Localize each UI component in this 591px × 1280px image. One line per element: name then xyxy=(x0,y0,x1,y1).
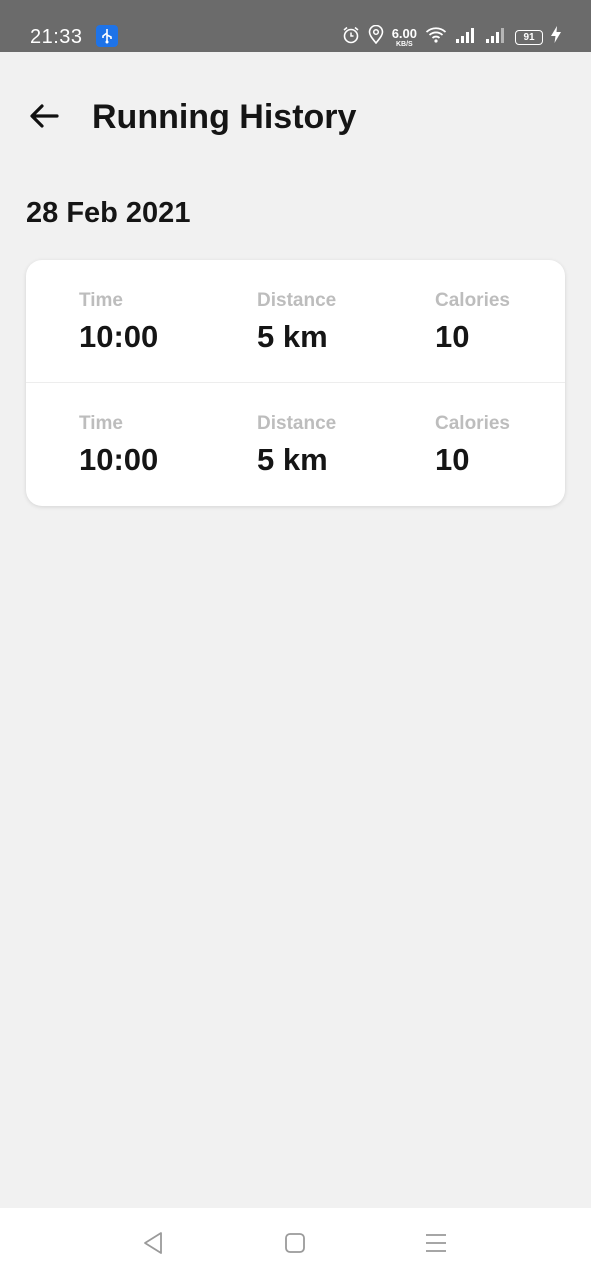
time-stat: Time 10:00 xyxy=(79,413,158,478)
battery-icon: 91 xyxy=(515,29,543,45)
back-triangle-icon xyxy=(142,1231,164,1260)
distance-stat: Distance 5 km xyxy=(257,413,336,478)
distance-label: Distance xyxy=(257,290,337,311)
menu-lines-icon xyxy=(424,1232,448,1259)
usb-icon xyxy=(96,25,118,47)
date-heading: 28 Feb 2021 xyxy=(26,197,191,229)
nav-home-button[interactable] xyxy=(280,1230,310,1260)
system-nav-bar xyxy=(0,1208,591,1280)
time-label: Time xyxy=(79,290,124,311)
time-stat: Time 10:00 xyxy=(79,290,158,355)
page-title: Running History xyxy=(92,98,357,136)
calories-value: 10 xyxy=(435,442,470,477)
back-button[interactable] xyxy=(26,100,62,136)
calories-label: Calories xyxy=(435,413,510,434)
distance-value: 5 km xyxy=(257,319,328,354)
alarm-icon xyxy=(342,26,360,49)
calories-stat: Calories 10 xyxy=(435,290,510,355)
time-value: 10:00 xyxy=(79,319,159,354)
distance-stat: Distance 5 km xyxy=(257,290,336,355)
status-time: 21:33 xyxy=(30,26,83,48)
wifi-icon xyxy=(425,26,447,48)
home-square-icon xyxy=(284,1232,306,1259)
signal-icon xyxy=(455,27,477,48)
status-icons: 6.00 KB/S 91 xyxy=(342,24,561,50)
charging-icon xyxy=(551,26,561,48)
run-entry[interactable]: Time 10:00 Distance 5 km Calories 10 xyxy=(26,383,565,506)
time-value: 10:00 xyxy=(79,442,159,477)
calories-stat: Calories 10 xyxy=(435,413,510,478)
nav-back-button[interactable] xyxy=(138,1230,168,1260)
app-header: Running History xyxy=(0,52,591,182)
network-speed-value: 6.00 xyxy=(391,25,417,41)
run-history-card: Time 10:00 Distance 5 km Calories 10 Tim… xyxy=(26,260,565,506)
status-bar: 21:33 6.00 KB/S 91 xyxy=(0,0,591,52)
time-label: Time xyxy=(79,413,124,434)
distance-value: 5 km xyxy=(257,442,328,477)
run-entry[interactable]: Time 10:00 Distance 5 km Calories 10 xyxy=(26,260,565,383)
nav-menu-button[interactable] xyxy=(421,1230,451,1260)
signal-icon xyxy=(485,27,507,48)
network-speed-unit: KB/S xyxy=(395,40,413,48)
battery-level: 91 xyxy=(523,31,535,43)
network-speed: 6.00 KB/S xyxy=(392,27,417,48)
distance-label: Distance xyxy=(257,413,337,434)
location-icon xyxy=(368,24,384,49)
calories-label: Calories xyxy=(435,290,510,311)
arrow-left-icon xyxy=(29,103,59,134)
calories-value: 10 xyxy=(435,319,470,354)
